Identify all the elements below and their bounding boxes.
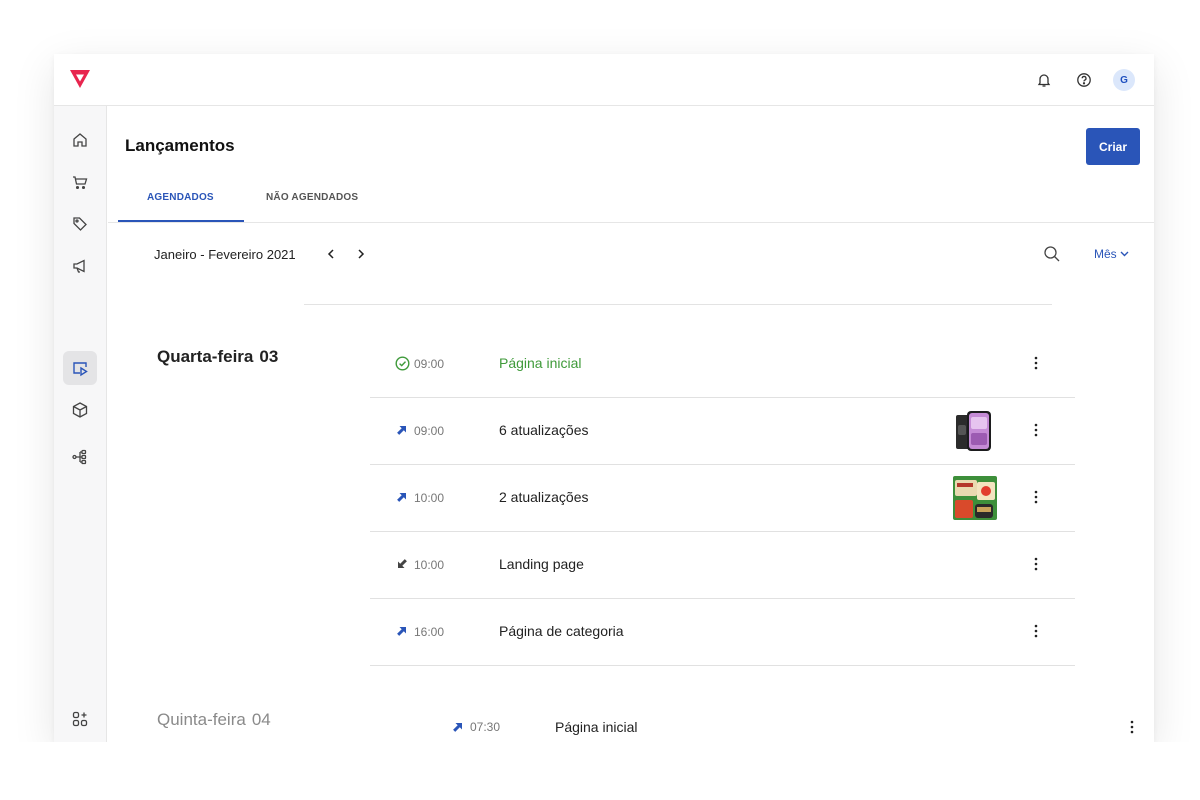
kebab-icon <box>1034 356 1038 370</box>
release-row[interactable]: 09:00 Página inicial <box>370 331 1075 398</box>
check-circle-icon <box>394 355 410 371</box>
kebab-icon <box>1034 624 1038 638</box>
more-options-button[interactable] <box>1030 621 1042 641</box>
more-options-button[interactable] <box>1030 554 1042 574</box>
kebab-icon <box>1034 557 1038 571</box>
home-icon <box>73 133 87 147</box>
page-title: Lançamentos <box>125 136 235 155</box>
box-icon <box>72 402 88 418</box>
release-title[interactable]: Página inicial <box>555 719 638 735</box>
release-title[interactable]: Página inicial <box>499 355 582 371</box>
sidebar-item-catalog[interactable] <box>63 393 97 427</box>
megaphone-icon <box>73 259 85 273</box>
sidebar-item-releases[interactable] <box>63 351 97 385</box>
day-weekday: Quinta-feira <box>157 710 246 729</box>
flow-icon <box>72 449 87 465</box>
list-divider <box>304 304 1052 305</box>
phone-product-thumbnail <box>953 409 997 453</box>
top-bar: G <box>54 54 1154 106</box>
day-number: 03 <box>259 347 279 366</box>
day-number: 04 <box>251 710 271 729</box>
kebab-icon <box>1130 720 1134 734</box>
release-time: 07:30 <box>470 720 501 734</box>
help-icon[interactable] <box>1073 69 1095 91</box>
tab-unscheduled[interactable]: NÃO AGENDADOS <box>266 192 358 203</box>
day-heading: Quinta-feira 04 <box>157 710 271 730</box>
release-title[interactable]: 2 atualizações <box>499 489 589 505</box>
arrow-up-right-icon <box>394 623 410 639</box>
release-time: 10:00 <box>414 491 445 505</box>
search-icon <box>1044 246 1060 262</box>
avatar[interactable]: G <box>1113 69 1135 91</box>
releases-icon <box>73 362 88 377</box>
release-row[interactable]: 16:00 Página de categoria <box>370 599 1075 666</box>
release-row[interactable]: 07:30 Página inicial <box>440 712 1150 742</box>
tags-icon <box>73 217 87 231</box>
chevron-down-icon <box>1120 251 1129 257</box>
release-time: 09:00 <box>414 424 445 438</box>
release-time: 16:00 <box>414 625 445 639</box>
create-button[interactable]: Criar <box>1086 128 1140 165</box>
sidebar-item-cart[interactable] <box>63 165 97 199</box>
cart-icon <box>73 176 88 190</box>
release-row[interactable]: 10:00 Landing page <box>370 532 1075 599</box>
release-time: 09:00 <box>414 357 445 371</box>
sidebar-item-promotions[interactable] <box>63 207 97 241</box>
grocery-product-thumbnail <box>953 476 997 520</box>
kebab-icon <box>1034 423 1038 437</box>
release-row[interactable]: 10:00 2 atualizações <box>370 465 1075 532</box>
brand-logo[interactable] <box>70 70 90 88</box>
arrow-up-right-icon <box>450 719 466 735</box>
release-title[interactable]: Página de categoria <box>499 623 624 639</box>
more-options-button[interactable] <box>1030 487 1042 507</box>
tabs-divider <box>108 222 1154 223</box>
sidebar <box>54 106 107 742</box>
previous-period-button[interactable] <box>324 246 338 262</box>
release-row[interactable]: 09:00 6 atualizações <box>370 398 1075 465</box>
search-button[interactable] <box>1043 245 1061 268</box>
more-options-button[interactable] <box>1126 717 1138 737</box>
chevron-right-icon <box>358 249 365 259</box>
view-mode-label: Mês <box>1094 247 1117 261</box>
kebab-icon <box>1034 490 1038 504</box>
bell-icon[interactable] <box>1033 69 1055 91</box>
arrow-up-right-icon <box>394 489 410 505</box>
view-mode-select[interactable]: Mês <box>1094 247 1129 261</box>
more-options-button[interactable] <box>1030 353 1042 373</box>
sidebar-item-marketing[interactable] <box>63 249 97 283</box>
sidebar-item-integrations[interactable] <box>63 440 97 474</box>
next-period-button[interactable] <box>354 246 368 262</box>
release-time: 10:00 <box>414 558 445 572</box>
arrow-up-right-icon <box>394 422 410 438</box>
more-options-button[interactable] <box>1030 420 1042 440</box>
sidebar-item-home[interactable] <box>63 123 97 157</box>
release-title[interactable]: Landing page <box>499 556 584 572</box>
day-heading: Quarta-feira 03 <box>157 347 278 367</box>
sidebar-item-apps[interactable] <box>63 702 97 736</box>
arrow-down-left-icon <box>394 556 410 572</box>
page-bottom-margin <box>0 742 1200 800</box>
apps-icon <box>72 711 88 727</box>
release-title[interactable]: 6 atualizações <box>499 422 589 438</box>
tab-scheduled[interactable]: AGENDADOS <box>147 192 214 203</box>
date-range-label: Janeiro - Fevereiro 2021 <box>154 247 296 262</box>
day-weekday: Quarta-feira <box>157 347 254 366</box>
chevron-left-icon <box>327 249 334 259</box>
